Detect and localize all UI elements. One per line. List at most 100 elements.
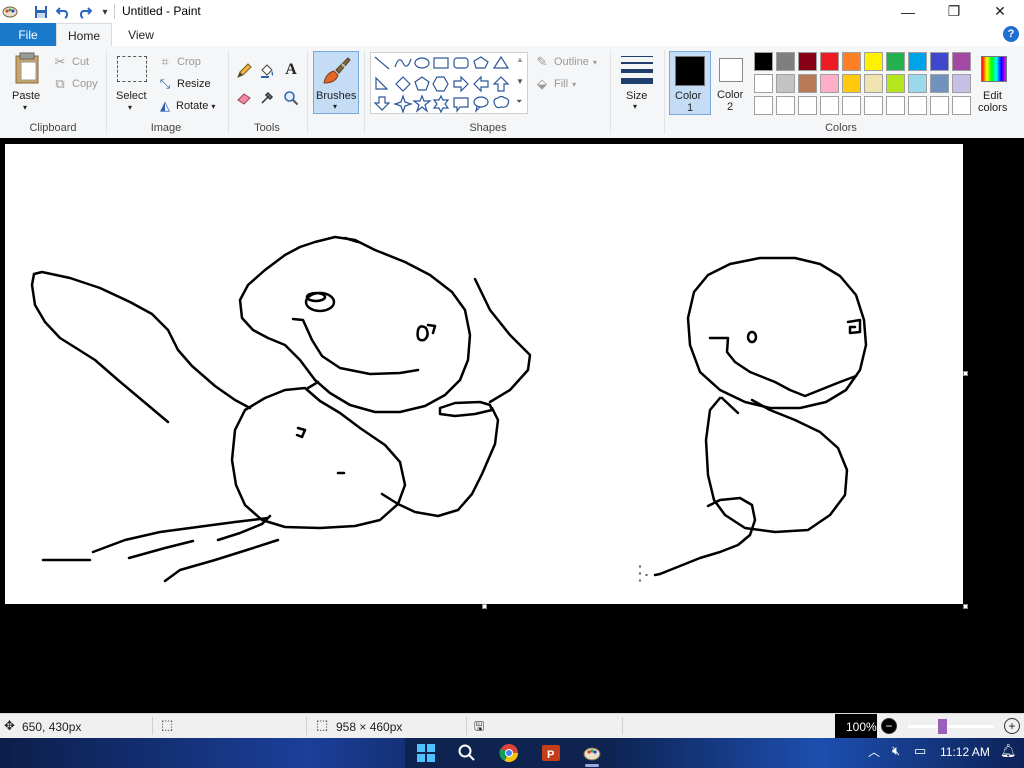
palette-swatch[interactable] <box>930 96 949 115</box>
canvas-resize-handle-corner[interactable] <box>963 604 968 609</box>
shape-oval-callout-icon[interactable] <box>473 96 489 113</box>
palette-swatch[interactable] <box>798 74 817 93</box>
shape-left-arrow-icon[interactable] <box>473 75 489 93</box>
select-button[interactable]: Select ▾ <box>113 52 151 114</box>
shape-pentagon-icon[interactable] <box>414 76 430 91</box>
zoom-slider-thumb[interactable] <box>938 719 948 734</box>
tab-view[interactable]: View <box>116 23 166 46</box>
palette-swatch[interactable] <box>930 52 949 71</box>
shape-four-point-star-icon[interactable] <box>393 94 413 113</box>
shape-six-point-star-icon[interactable] <box>432 94 450 113</box>
redo-icon[interactable] <box>76 3 94 21</box>
palette-swatch[interactable] <box>886 96 905 115</box>
fill-bucket-icon[interactable] <box>259 63 275 79</box>
close-button[interactable]: ✕ <box>977 0 1023 23</box>
palette-swatch[interactable] <box>886 74 905 93</box>
customize-quick-access-icon[interactable]: ▾ <box>96 3 114 21</box>
resize-button[interactable]: ⤡ Resize <box>157 76 211 92</box>
palette-swatch[interactable] <box>776 96 795 115</box>
help-icon[interactable]: ? <box>1003 26 1019 42</box>
shape-hexagon-icon[interactable] <box>432 76 449 92</box>
text-icon[interactable]: A <box>283 61 299 78</box>
copy-button[interactable]: ⧉ Copy <box>52 76 97 92</box>
shape-right-triangle-icon[interactable] <box>375 76 389 90</box>
palette-swatch[interactable] <box>842 96 861 115</box>
undo-icon[interactable] <box>54 3 72 21</box>
chrome-icon[interactable] <box>497 741 521 765</box>
palette-swatch[interactable] <box>842 74 861 93</box>
shape-right-arrow-icon[interactable] <box>453 75 469 93</box>
tab-file[interactable]: File <box>0 23 56 46</box>
palette-swatch[interactable] <box>820 74 839 93</box>
notification-bell-icon[interactable]: 🔔︎ <box>1000 743 1017 759</box>
paste-button[interactable]: Paste ▾ <box>8 50 46 114</box>
palette-swatch[interactable] <box>776 52 795 71</box>
palette-swatch[interactable] <box>930 74 949 93</box>
shape-curve-icon[interactable] <box>394 58 412 68</box>
canvas-resize-handle-bottom[interactable] <box>482 604 487 609</box>
palette-swatch[interactable] <box>820 52 839 71</box>
start-icon[interactable] <box>414 741 438 765</box>
shape-five-point-star-icon[interactable] <box>412 94 432 113</box>
maximize-button[interactable]: ❐ <box>931 0 977 23</box>
eraser-icon[interactable] <box>236 90 252 106</box>
magnifier-icon[interactable] <box>283 90 299 106</box>
tray-overflow-icon[interactable]: ︿ <box>868 743 880 760</box>
palette-swatch[interactable] <box>776 74 795 93</box>
palette-swatch[interactable] <box>886 52 905 71</box>
edit-colors-button[interactable]: Edit colors <box>976 52 1012 116</box>
palette-swatch[interactable] <box>864 96 883 115</box>
palette-swatch[interactable] <box>820 96 839 115</box>
shape-down-arrow-icon[interactable] <box>373 96 391 111</box>
canvas-resize-handle-right[interactable] <box>963 371 968 376</box>
shape-polygon-icon[interactable] <box>473 56 489 69</box>
brushes-button[interactable]: Brushes ▾ <box>313 51 359 114</box>
zoom-slider-track[interactable] <box>908 725 994 728</box>
color2-button[interactable]: Color 2 <box>713 51 749 115</box>
shape-cloud-callout-icon[interactable] <box>493 95 510 109</box>
palette-swatch[interactable] <box>754 74 773 93</box>
shape-oval-icon[interactable] <box>414 57 430 69</box>
shape-rounded-rectangle-icon[interactable] <box>453 57 469 69</box>
taskbar-clock[interactable]: 11:12 AM <box>940 745 990 759</box>
crop-button[interactable]: ⌗ Crop <box>157 54 201 70</box>
size-button[interactable]: Size ▾ <box>617 52 657 114</box>
search-icon[interactable] <box>455 741 479 765</box>
powerpoint-icon[interactable]: P <box>539 741 563 765</box>
shape-rectangle-icon[interactable] <box>433 57 449 69</box>
fill-button[interactable]: ⬙ Fill ▾ <box>534 76 576 92</box>
display-icon[interactable]: ▭ <box>914 743 926 759</box>
paint-taskbar-icon[interactable] <box>580 741 604 765</box>
shapes-scroll-up[interactable]: ▲ <box>516 55 524 64</box>
palette-swatch[interactable] <box>754 96 773 115</box>
palette-swatch[interactable] <box>952 96 971 115</box>
palette-swatch[interactable] <box>908 52 927 71</box>
palette-swatch[interactable] <box>952 52 971 71</box>
shapes-scroll-down[interactable]: ▼ <box>516 77 524 86</box>
palette-swatch[interactable] <box>908 74 927 93</box>
outline-button[interactable]: ✎ Outline ▾ <box>534 54 597 70</box>
rotate-button[interactable]: ◭ Rotate ▾ <box>157 98 215 114</box>
tab-home[interactable]: Home <box>56 23 112 47</box>
cut-button[interactable]: ✂ Cut <box>52 54 90 70</box>
save-icon[interactable] <box>32 3 50 21</box>
shape-line-icon[interactable] <box>374 56 390 70</box>
palette-swatch[interactable] <box>864 74 883 93</box>
paint-app-icon[interactable] <box>2 3 18 19</box>
palette-swatch[interactable] <box>842 52 861 71</box>
shape-diamond-icon[interactable] <box>395 76 411 92</box>
palette-swatch[interactable] <box>908 96 927 115</box>
palette-swatch[interactable] <box>798 52 817 71</box>
shape-up-arrow-icon[interactable] <box>492 76 510 92</box>
palette-swatch[interactable] <box>754 52 773 71</box>
shape-triangle-icon[interactable] <box>492 55 510 69</box>
pencil-icon[interactable] <box>236 63 252 79</box>
zoom-in-button[interactable]: + <box>1004 718 1020 734</box>
color-picker-icon[interactable] <box>259 90 275 106</box>
palette-swatch[interactable] <box>952 74 971 93</box>
color1-button[interactable]: Color 1 <box>669 51 711 115</box>
palette-swatch[interactable] <box>798 96 817 115</box>
volume-muted-icon[interactable]: 🔇︎ <box>892 743 900 759</box>
shape-rounded-callout-icon[interactable] <box>453 97 469 113</box>
drawing-canvas[interactable] <box>5 144 963 604</box>
